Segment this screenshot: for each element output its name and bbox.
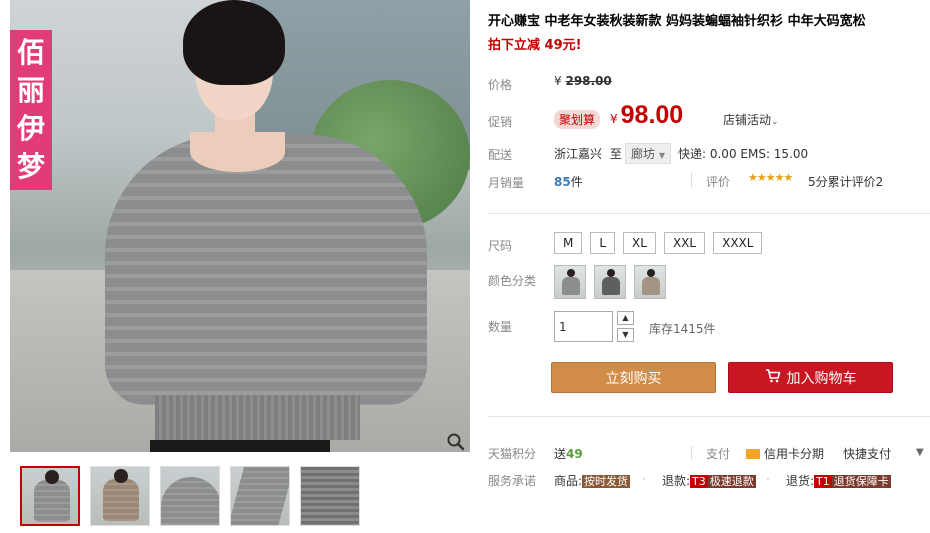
service-item-shipping[interactable]: 商品: 按时发货 (554, 472, 631, 489)
currency-symbol: ¥ (554, 74, 562, 88)
sweater-hem (155, 395, 360, 440)
original-price-value: 298.00 (565, 74, 612, 88)
ship-to-label: 至 (609, 147, 622, 161)
review-summary-link[interactable]: 5分累计评价2 (808, 173, 883, 190)
divider (488, 416, 930, 417)
shipping-fee: 快递: 0.00 EMS: 15.00 (678, 147, 809, 161)
buy-now-label: 立刻购买 (605, 370, 662, 387)
original-price: ¥ 298.00 (554, 74, 612, 88)
add-to-cart-label: 加入购物车 (786, 370, 857, 387)
color-options (554, 265, 666, 299)
quantity-input[interactable] (554, 311, 613, 342)
chevron-down-icon: ⌄ (771, 117, 779, 127)
promo-price: ¥98.00 (610, 101, 683, 130)
points-value: 送49 (554, 445, 583, 462)
payment-more-dropdown[interactable]: ▼ (916, 447, 924, 458)
divider (488, 213, 930, 214)
points-prefix: 送 (554, 447, 567, 461)
brand-logo-tag: 佰 丽 伊 梦 (10, 30, 52, 190)
add-to-cart-button[interactable]: 加入购物车 (728, 362, 893, 393)
monthly-sales: 85件 (554, 173, 583, 190)
credit-installment-link[interactable]: 信用卡分期 (746, 445, 824, 462)
separator-dot: · (766, 472, 770, 486)
thumbnail-closeup-neckline[interactable] (160, 466, 220, 526)
size-option-xl[interactable]: XL (623, 232, 656, 254)
brand-char: 丽 (16, 74, 45, 107)
divider (691, 446, 692, 460)
credit-installment-label: 信用卡分期 (764, 447, 825, 461)
service-tag: 按时发货 (582, 475, 631, 488)
ship-to-selector[interactable]: 廊坊 ▼ (625, 143, 671, 164)
brand-char: 佰 (16, 36, 45, 69)
model-hair (183, 0, 285, 85)
divider (691, 173, 692, 187)
shipping-label: 配送 (488, 148, 513, 162)
thumbnail-fabric-detail[interactable] (300, 466, 360, 526)
quantity-increment-button[interactable]: ▲ (617, 311, 634, 325)
quick-pay-link[interactable]: 快捷支付 (843, 445, 891, 462)
size-option-m[interactable]: M (554, 232, 583, 254)
service-prefix: 商品: (554, 474, 583, 488)
service-tag-code: T3 (690, 475, 708, 488)
model-pants (150, 440, 330, 452)
size-option-xxl[interactable]: XXL (663, 232, 706, 254)
ship-to-city: 廊坊 (631, 147, 656, 161)
service-prefix: 退款: (662, 474, 691, 488)
thumbnail-sleeve-detail[interactable] (230, 466, 290, 526)
service-tag: 极速退款 (707, 475, 756, 488)
currency-symbol: ¥ (610, 112, 618, 126)
ship-from-city: 浙江嘉兴 (554, 147, 603, 161)
service-prefix: 退货: (786, 474, 815, 488)
points-number: 49 (566, 447, 583, 461)
points-label: 天猫积分 (488, 447, 537, 461)
sweater-figure (105, 135, 427, 405)
size-label: 尺码 (488, 239, 513, 253)
payment-label: 支付 (706, 447, 731, 461)
ship-from: 浙江嘉兴 至 (554, 145, 622, 162)
service-tag: 退货保障卡 (831, 475, 891, 488)
promo-badge: 聚划算 (554, 110, 601, 129)
size-options: M L XL XXL XXXL (554, 232, 763, 254)
brand-char: 伊 (16, 112, 45, 145)
promo-label: 促销 (488, 115, 513, 129)
thumbnail-strip (20, 466, 360, 526)
shop-activity-label: 店铺活动 (723, 113, 772, 127)
credit-card-icon (746, 448, 760, 459)
color-option-2[interactable] (594, 265, 626, 299)
color-label: 颜色分类 (488, 274, 537, 288)
sales-count: 85 (554, 175, 571, 189)
review-label: 评价 (706, 175, 731, 189)
service-label: 服务承诺 (488, 474, 537, 488)
magnifier-icon[interactable] (446, 432, 466, 452)
brand-char: 梦 (16, 150, 45, 183)
separator-dot: · (642, 472, 646, 486)
stock-count: 库存1415件 (649, 322, 716, 336)
size-option-l[interactable]: L (590, 232, 616, 254)
product-subtitle: 拍下立减 49元! (488, 38, 582, 53)
product-title[interactable]: 开心赚宝 中老年女装秋装新款 妈妈装蝙蝠袖针织衫 中年大码宽松 (488, 10, 928, 29)
cart-icon (765, 368, 781, 387)
service-tag-code: T1 (814, 475, 832, 488)
size-option-xxxl[interactable]: XXXL (713, 232, 763, 254)
thumbnail-full-body-gray[interactable] (20, 466, 80, 526)
sales-label: 月销量 (488, 176, 525, 190)
sales-unit: 件 (570, 175, 583, 189)
color-option-3[interactable] (634, 265, 666, 299)
rating-stars-icon: ★★★★★ (748, 171, 793, 184)
service-item-return[interactable]: 退货: T1 退货保障卡 (786, 472, 891, 489)
shop-activity-dropdown[interactable]: 店铺活动⌄ (723, 111, 779, 128)
buy-now-button[interactable]: 立刻购买 (551, 362, 716, 393)
quantity-decrement-button[interactable]: ▼ (617, 328, 634, 342)
promo-price-value: 98.00 (620, 101, 684, 129)
thumbnail-full-body-tan[interactable] (90, 466, 150, 526)
quantity-label: 数量 (488, 320, 513, 334)
main-product-image[interactable] (10, 0, 470, 452)
color-option-1[interactable] (554, 265, 586, 299)
service-item-refund[interactable]: 退款: T3 极速退款 (662, 472, 756, 489)
chevron-down-icon: ▼ (658, 151, 665, 160)
price-label: 价格 (488, 78, 513, 92)
